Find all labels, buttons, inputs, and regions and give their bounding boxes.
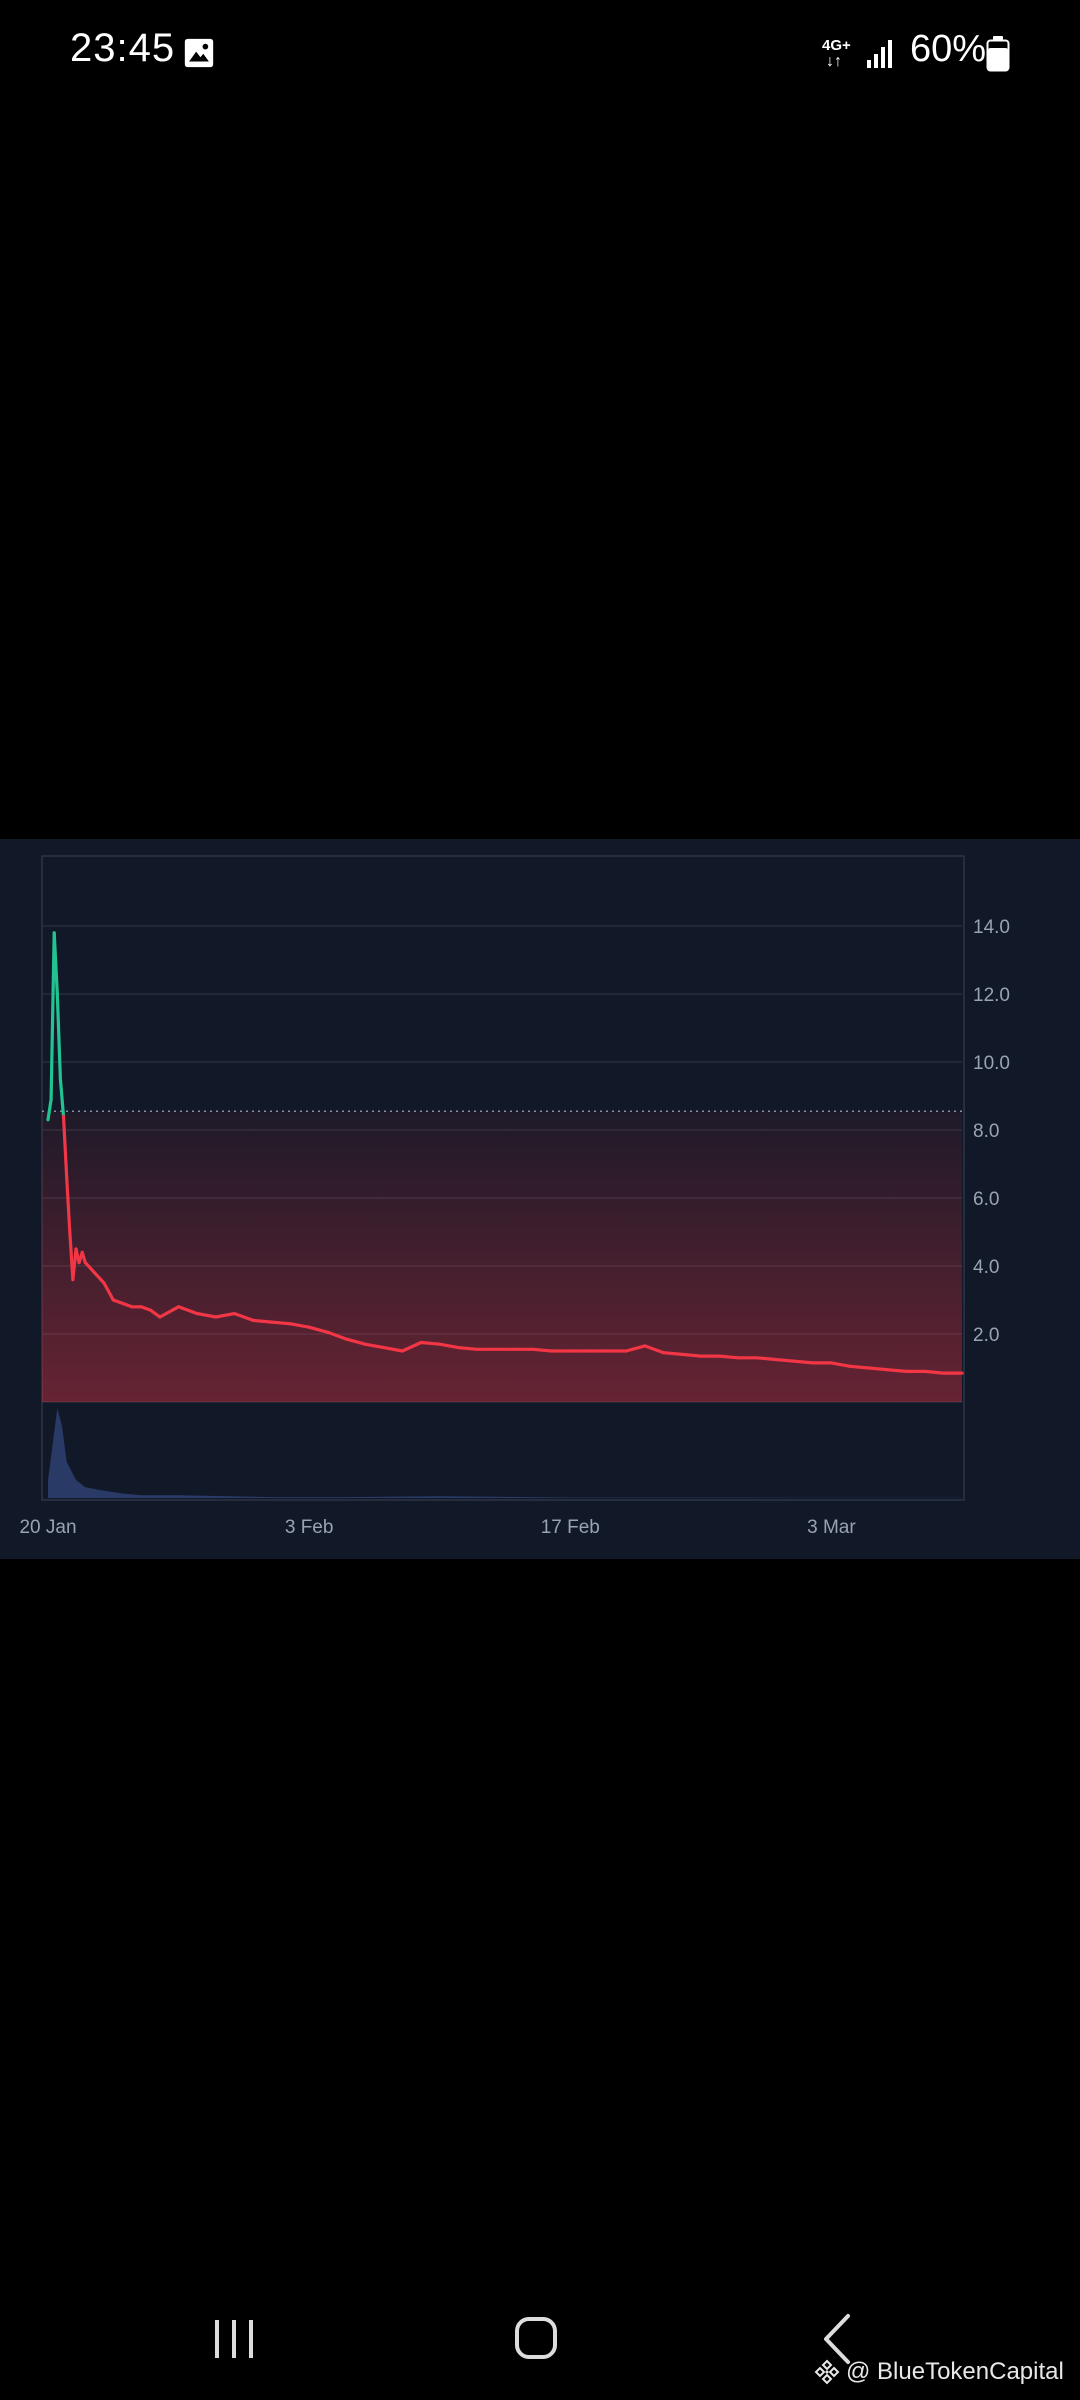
y-tick-label: 6.0 [973,1189,999,1210]
y-axis: 14.0 12.0 10.0 8.0 6.0 4.0 2.0 [973,917,1010,1346]
y-tick-label: 2.0 [973,1325,999,1346]
area-fill [42,1111,962,1402]
chart-canvas[interactable]: 14.0 12.0 10.0 8.0 6.0 4.0 2.0 20 Jan 3 Feb 17 F… [0,839,1080,1559]
watermark-text: @ BlueTokenCapital [846,2358,1064,2385]
price-segment-down [270,1320,293,1326]
volume-bars [48,1408,962,1498]
price-segment-down [848,1364,871,1370]
price-segment-down [923,1369,945,1375]
price-segment-down [456,1346,479,1351]
price-segment-up [49,931,56,1101]
price-segment-down [251,1318,274,1324]
data-transfer-icon: ↓↑ [826,53,842,70]
status-bar: 23:45 4G+ ↓↑ 60% [0,0,1080,110]
y-tick-label: 10.0 [973,1053,1010,1074]
watermark: @ BlueTokenCapital [814,2357,1064,2387]
x-tick-label: 3 Feb [285,1517,334,1538]
price-segment-up [55,992,63,1081]
volume-area [48,1408,962,1498]
x-tick-label: 20 Jan [19,1517,76,1538]
price-segment-down [755,1356,778,1362]
price-segment-down [885,1368,908,1374]
price-chart[interactable]: 14.0 12.0 10.0 8.0 6.0 4.0 2.0 20 Jan 3 Feb 17 F… [0,839,1080,1559]
signal-icon [867,40,892,68]
price-segment-down [419,1340,442,1346]
x-axis: 20 Jan 3 Feb 17 Feb 3 Mar [19,1517,856,1538]
y-tick-label: 8.0 [973,1121,999,1142]
price-segment-down [531,1347,554,1353]
network-type: 4G+ [822,37,851,54]
price-segment-down [717,1354,740,1360]
home-button[interactable] [508,2310,566,2368]
price-segment-down [661,1351,684,1357]
price-segment-down [773,1357,796,1363]
price-segment-down [792,1359,815,1365]
back-icon [824,2314,850,2364]
gallery-icon [184,38,214,68]
x-tick-label: 17 Feb [541,1517,600,1538]
y-tick-label: 14.0 [973,917,1010,938]
price-segment-down [680,1352,703,1358]
x-tick-label: 3 Mar [807,1517,856,1538]
area-band [42,1111,962,1402]
binance-logo-icon [814,2359,840,2385]
battery-percent: 60% [910,28,987,70]
status-time: 23:45 [70,26,176,70]
recent-apps-icon [215,2320,219,2358]
recent-apps-button[interactable] [205,2314,265,2364]
home-icon [515,2317,557,2359]
price-segment-down [867,1366,890,1372]
y-tick-label: 12.0 [973,985,1010,1006]
battery-icon [986,36,1010,72]
y-tick-label: 4.0 [973,1257,999,1278]
